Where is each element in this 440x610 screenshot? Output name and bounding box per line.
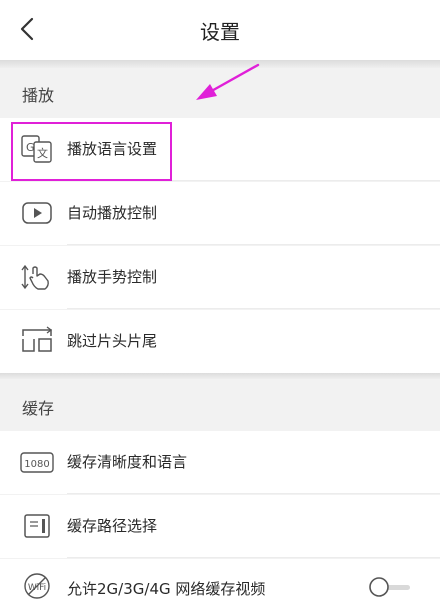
row-divider — [67, 244, 440, 245]
play-box-icon — [20, 198, 54, 228]
nav-bar: 设置 — [0, 0, 440, 60]
folder-path-icon — [20, 511, 54, 541]
settings-row-skip-intro[interactable]: 跳过片头片尾 — [0, 310, 440, 373]
settings-row-label: 缓存路径选择 — [67, 517, 158, 535]
settings-row-label: 允许2G/3G/4G 网络缓存视频 — [67, 580, 266, 598]
resolution-1080-icon: 1080 — [20, 447, 54, 477]
mobile-cache-toggle[interactable] — [368, 576, 412, 598]
svg-text:1080: 1080 — [24, 459, 49, 470]
annotation-arrow-icon — [196, 63, 260, 100]
row-divider — [67, 308, 440, 309]
wifi-off-icon: WiFi — [20, 571, 54, 601]
section-title: 播放 — [22, 86, 55, 105]
page-title: 设置 — [200, 20, 240, 44]
settings-row-autoplay[interactable]: 自动播放控制 — [0, 182, 440, 245]
settings-row-cache-path[interactable]: 缓存路径选择 — [0, 495, 440, 558]
settings-row-label: 跳过片头片尾 — [67, 332, 158, 350]
settings-row-cache-quality[interactable]: 1080 缓存清晰度和语言 — [0, 431, 440, 494]
gesture-swipe-icon — [20, 262, 54, 292]
settings-row-label: 缓存清晰度和语言 — [67, 453, 188, 471]
section-header-cache: 缓存 — [0, 379, 440, 427]
settings-row-label: 播放手势控制 — [67, 268, 158, 286]
row-divider — [67, 557, 440, 558]
settings-row-gesture[interactable]: 播放手势控制 — [0, 246, 440, 309]
section-title: 缓存 — [22, 399, 55, 418]
annotation-highlight-box — [11, 122, 172, 181]
settings-row-label: 自动播放控制 — [67, 204, 158, 222]
row-divider — [67, 493, 440, 494]
skip-intro-icon — [20, 326, 54, 356]
